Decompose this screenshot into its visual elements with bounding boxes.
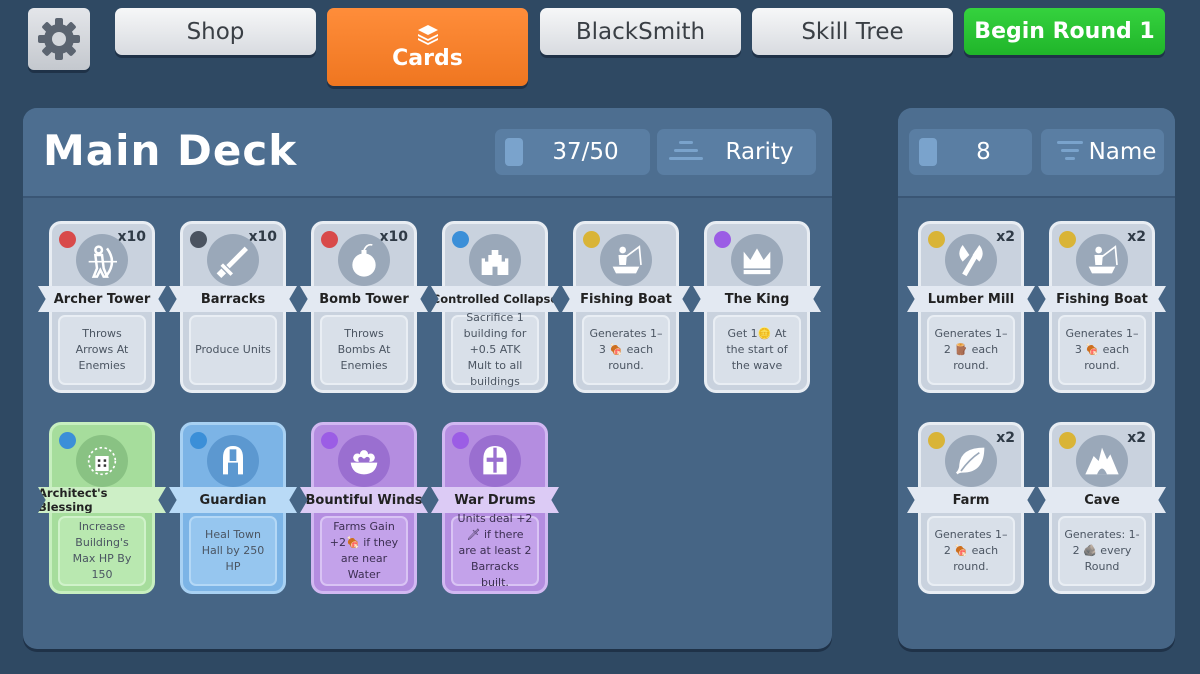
cards-button-label: Cards — [392, 45, 463, 71]
card-description: Heal Town Hall by 250 HP — [189, 516, 277, 586]
card-name: Fishing Boat — [562, 286, 690, 312]
card-description: Sacrifice 1 building for +0.5 ATK Mult t… — [451, 311, 539, 388]
archer-icon — [76, 234, 128, 286]
shop-button[interactable]: Shop — [115, 8, 316, 55]
side-deck-panel: 8 Name x2 Lumber Mill Generates 1–2 🪵 each… — [898, 108, 1175, 649]
card-stack-icon — [417, 24, 438, 45]
fruit-bowl-icon — [338, 435, 390, 487]
card-name: Guardian — [169, 487, 297, 513]
card-name: Barracks — [169, 286, 297, 312]
deck-count: 37/50 — [552, 139, 619, 165]
leaf-icon — [945, 435, 997, 487]
card-count: x2 — [1127, 229, 1146, 245]
card-description: Units deal +2🗡 if there are at least 2 B… — [451, 512, 539, 589]
rarity-gem-icon — [452, 231, 469, 248]
card[interactable]: Bountiful Winds Farms Gain +2🍖 if they ar… — [300, 422, 428, 594]
rarity-gem-icon — [190, 432, 207, 449]
helmet-icon — [207, 435, 259, 487]
rarity-gem-icon — [190, 231, 207, 248]
card[interactable]: x2 Farm Generates 1–2 🍖 each round. — [907, 422, 1035, 594]
side-deck-header: 8 Name — [898, 108, 1175, 198]
card-count: x2 — [996, 430, 1015, 446]
card-description: Throws Arrows At Enemies — [58, 315, 146, 385]
rarity-gem-icon — [1059, 432, 1076, 449]
deck-count-display: 37/50 — [495, 129, 650, 175]
card-description: Produce Units — [189, 315, 277, 385]
card-name: Farm — [907, 487, 1035, 513]
card-description: Increase Building's Max HP By 150 — [58, 516, 146, 586]
card[interactable]: x2 Fishing Boat Generates 1–3 🍖 each round… — [1038, 221, 1166, 393]
cave-icon — [1076, 435, 1128, 487]
rarity-gem-icon — [1059, 231, 1076, 248]
card[interactable]: x2 Cave Generates: 1-2 🪨 every Round — [1038, 422, 1166, 594]
fisherman-icon — [1076, 234, 1128, 286]
gear-icon — [38, 18, 80, 60]
card-count: x2 — [1127, 430, 1146, 446]
rarity-gem-icon — [928, 432, 945, 449]
rarity-gem-icon — [321, 231, 338, 248]
side-count-display: 8 — [909, 129, 1032, 175]
card[interactable]: Controlled Collapse Sacrifice 1 building … — [431, 221, 559, 393]
card-name: Controlled Collapse — [431, 286, 559, 312]
card-description: Generates 1–3 🍖 each round. — [582, 315, 670, 385]
card-name: Archer Tower — [38, 286, 166, 312]
building-icon — [76, 435, 128, 487]
card-name: Lumber Mill — [907, 286, 1035, 312]
rarity-gem-icon — [452, 432, 469, 449]
axe-icon — [945, 234, 997, 286]
card-name: Bountiful Winds — [300, 487, 428, 513]
rarity-gem-icon — [583, 231, 600, 248]
card[interactable]: x10 Barracks Produce Units — [169, 221, 297, 393]
sword-icon — [207, 234, 259, 286]
sort-name-button[interactable]: Name — [1041, 129, 1164, 175]
card-name: The King — [693, 286, 821, 312]
card-description: Generates 1–2 🍖 each round. — [927, 516, 1015, 586]
card[interactable]: War Drums Units deal +2🗡 if there are at … — [431, 422, 559, 594]
card[interactable]: Architect's Blessing Increase Building's … — [38, 422, 166, 594]
card-name: Architect's Blessing — [38, 487, 166, 513]
card-description: Farms Gain +2🍖 if they are near Water — [320, 516, 408, 586]
card-description: Get 1🪙 At the start of the wave — [713, 315, 801, 385]
bomb-icon — [338, 234, 390, 286]
card-description: Generates: 1-2 🪨 every Round — [1058, 516, 1146, 586]
sort-rarity-button[interactable]: Rarity — [657, 129, 816, 175]
card[interactable]: The King Get 1🪙 At the start of the wave — [693, 221, 821, 393]
rarity-gem-icon — [928, 231, 945, 248]
sort-label: Rarity — [725, 139, 794, 165]
skill-tree-button[interactable]: Skill Tree — [752, 8, 953, 55]
begin-round-button[interactable]: Begin Round 1 — [964, 8, 1165, 55]
settings-button[interactable] — [28, 8, 90, 70]
main-deck-panel: Main Deck 37/50 Rarity x10 Archer Tower Th… — [23, 108, 832, 649]
main-deck-title: Main Deck — [43, 126, 298, 175]
rarity-gem-icon — [321, 432, 338, 449]
card-count: x2 — [996, 229, 1015, 245]
card-description: Generates 1–3 🍖 each round. — [1058, 315, 1146, 385]
fisherman-icon — [600, 234, 652, 286]
crown-icon — [731, 234, 783, 286]
card-description: Generates 1–2 🪵 each round. — [927, 315, 1015, 385]
card[interactable]: Fishing Boat Generates 1–3 🍖 each round. — [562, 221, 690, 393]
card[interactable]: x10 Bomb Tower Throws Bombs At Enemies — [300, 221, 428, 393]
card-name: War Drums — [431, 487, 559, 513]
card-name: Fishing Boat — [1038, 286, 1166, 312]
rarity-gem-icon — [59, 231, 76, 248]
sort-label: Name — [1088, 139, 1157, 165]
main-deck-header: Main Deck 37/50 Rarity — [23, 108, 832, 198]
card[interactable]: Guardian Heal Town Hall by 250 HP — [169, 422, 297, 594]
war-helmet-icon — [469, 435, 521, 487]
rarity-gem-icon — [714, 231, 731, 248]
card-name: Cave — [1038, 487, 1166, 513]
card-name: Bomb Tower — [300, 286, 428, 312]
blacksmith-button[interactable]: BlackSmith — [540, 8, 741, 55]
castle-icon — [469, 234, 521, 286]
card-description: Throws Bombs At Enemies — [320, 315, 408, 385]
cards-button[interactable]: Cards — [327, 8, 528, 86]
side-count: 8 — [976, 139, 991, 165]
rarity-gem-icon — [59, 432, 76, 449]
card[interactable]: x10 Archer Tower Throws Arrows At Enemies — [38, 221, 166, 393]
card[interactable]: x2 Lumber Mill Generates 1–2 🪵 each round. — [907, 221, 1035, 393]
